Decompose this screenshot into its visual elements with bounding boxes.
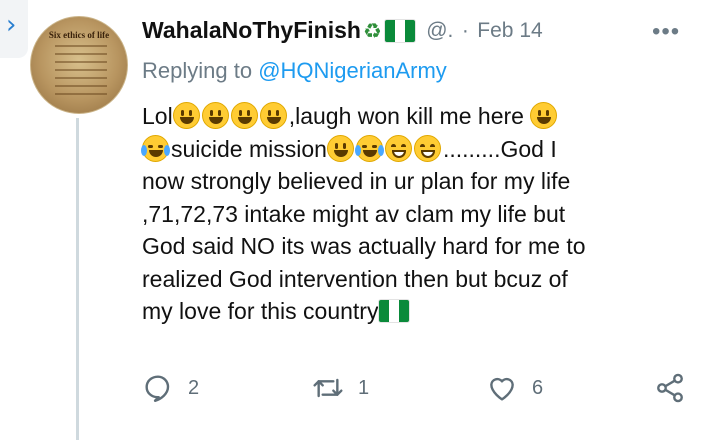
grinning-emoji-icon: [530, 102, 558, 129]
avatar-text-line: [55, 69, 107, 71]
like-count: 6: [532, 376, 544, 399]
tweet-text: Lol ,laugh won kill me here suicide missi…: [141, 100, 702, 328]
avatar-text-line: [55, 85, 107, 87]
tweet-date[interactable]: Feb 14: [477, 19, 542, 42]
tweet-line: God said NO its was actually hard for me…: [142, 233, 586, 259]
beaming-emoji-icon: [413, 134, 441, 162]
tweet-line: realized God intervention then but bcuz …: [142, 265, 568, 292]
share-button[interactable]: [654, 372, 686, 404]
tweet-line: ,71,72,73 intake might av clam my life b…: [142, 200, 566, 227]
thread-line: [76, 118, 79, 440]
nigeria-flag-icon: [378, 299, 411, 323]
tweet-header: WahalaNoThyFinish♻ @. · Feb 14: [142, 17, 543, 51]
laughing-tears-emoji-icon: [141, 134, 170, 162]
heart-icon: [490, 377, 514, 401]
more-options-icon[interactable]: •••: [652, 18, 680, 46]
avatar-text-line: [55, 93, 107, 95]
share-icon: [657, 373, 683, 403]
reply-icon: [145, 375, 170, 402]
tweet-text-part: ,laugh won kill me here: [288, 103, 531, 129]
avatar-text-line: [55, 45, 107, 47]
tweet-text-part: .........God I: [442, 135, 557, 162]
chevron-right-icon: ›: [6, 10, 17, 40]
tweet-line: my love for this country: [142, 295, 702, 328]
recycle-icon: ♻: [362, 18, 382, 43]
like-button[interactable]: 6: [486, 372, 543, 404]
mention-link[interactable]: @HQNigerianArmy: [258, 58, 447, 83]
separator: ·: [461, 18, 469, 42]
beaming-emoji-icon: [384, 134, 412, 162]
reply-button[interactable]: 2: [142, 372, 199, 404]
tweet-line: suicide mission .........God I: [141, 133, 702, 166]
grinning-emoji-icon: [259, 102, 287, 129]
laughing-tears-emoji-icon: [354, 134, 384, 162]
grinning-emoji-icon: [201, 102, 229, 129]
grinning-emoji-icon: [230, 102, 258, 129]
grinning-emoji-icon: [326, 134, 354, 162]
avatar-text-line: [55, 61, 107, 63]
nigeria-flag-icon: [383, 18, 416, 43]
avatar-text-line: [55, 53, 107, 55]
retweet-button[interactable]: 1: [312, 372, 369, 404]
retweet-count: 1: [358, 376, 370, 399]
grinning-emoji-icon: [172, 102, 200, 129]
retweet-icon: [313, 378, 343, 398]
tweet-line: Lol ,laugh won kill me here: [142, 100, 702, 133]
replying-to-prefix: Replying to: [142, 58, 259, 83]
reply-count: 2: [188, 376, 200, 399]
tweet-actions: 2 1 6: [142, 372, 702, 412]
tweet-text-part: suicide mission: [171, 135, 327, 162]
author-handle[interactable]: @.: [426, 19, 453, 42]
avatar-text-line: [55, 77, 107, 79]
author-name[interactable]: WahalaNoThyFinish: [142, 17, 361, 43]
tweet-line: now strongly believed in ur plan for my …: [142, 168, 571, 194]
avatar-title: Six ethics of life: [48, 30, 110, 40]
tweet-text-part: Lol: [142, 103, 173, 129]
back-tab[interactable]: ›: [0, 0, 28, 58]
avatar[interactable]: Six ethics of life: [30, 16, 128, 114]
tweet-text-part: my love for this country: [142, 298, 379, 324]
replying-to: Replying to @HQNigerianArmy: [142, 58, 447, 84]
